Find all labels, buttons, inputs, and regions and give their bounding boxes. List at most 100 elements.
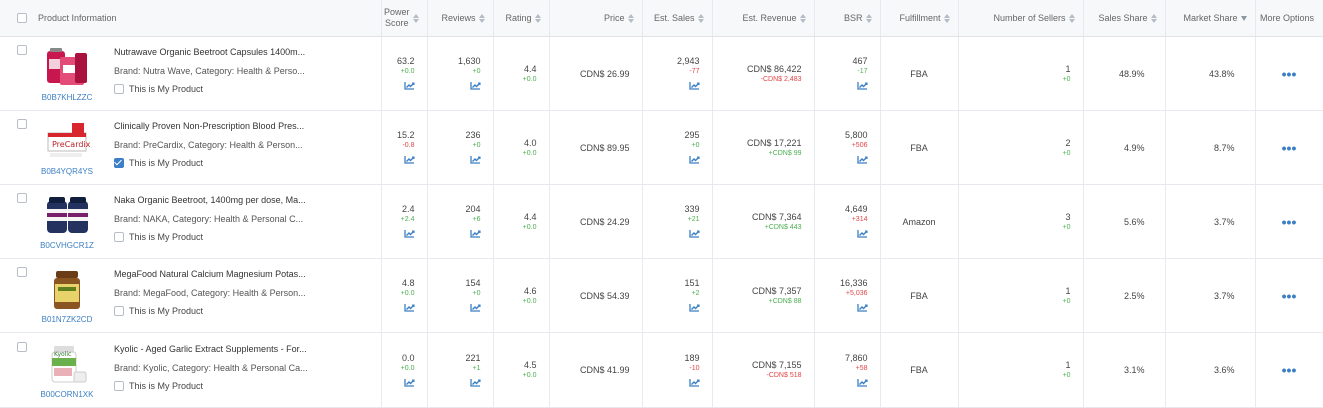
my-product-checkbox[interactable] — [114, 232, 124, 242]
product-title[interactable]: Clinically Proven Non-Prescription Blood… — [114, 121, 334, 131]
col-power-score[interactable]: Power Score — [381, 0, 428, 37]
est-sales-cell: 295 +0 — [642, 110, 713, 185]
sort-icon[interactable] — [627, 13, 634, 23]
sort-icon[interactable] — [1150, 13, 1157, 23]
table-row[interactable]: B0CVHGCR1Z Naka Organic Beetroot, 1400mg… — [0, 184, 1323, 259]
my-product-checkbox[interactable] — [114, 380, 124, 391]
more-options-button[interactable]: ••• — [1255, 110, 1323, 185]
trend-chart-icon[interactable] — [688, 81, 700, 92]
row-select-checkbox[interactable] — [17, 341, 27, 352]
product-title[interactable]: Kyolic - Aged Garlic Extract Supplements… — [114, 344, 334, 354]
more-options-button[interactable]: ••• — [1255, 332, 1323, 408]
col-market-share-label: Market Share — [1183, 12, 1238, 23]
my-product-label: This is My Product — [129, 84, 204, 94]
more-options-button[interactable]: ••• — [1255, 184, 1323, 259]
sort-icon[interactable] — [534, 13, 541, 23]
col-rating-label: Rating — [505, 12, 532, 23]
col-est-revenue[interactable]: Est. Revenue — [712, 0, 815, 37]
trend-chart-icon[interactable] — [469, 81, 481, 92]
trend-chart-icon[interactable] — [469, 303, 481, 314]
col-reviews[interactable]: Reviews — [427, 0, 494, 37]
col-bsr[interactable]: BSR — [814, 0, 881, 37]
product-thumbnail[interactable]: Kyolic — [44, 342, 90, 386]
select-all-checkbox[interactable] — [17, 13, 27, 23]
row-select-checkbox[interactable] — [17, 193, 27, 203]
trend-chart-icon[interactable] — [856, 81, 868, 92]
product-thumbnail[interactable] — [44, 267, 90, 311]
reviews-value: 1,630 — [457, 56, 481, 66]
trend-chart-icon[interactable] — [856, 378, 868, 389]
trend-chart-icon[interactable] — [469, 155, 481, 166]
col-market-share[interactable]: Market Share — [1165, 0, 1256, 37]
row-select-checkbox[interactable] — [17, 45, 27, 55]
trend-chart-icon[interactable] — [403, 378, 415, 389]
bsr-value: 467 — [852, 56, 868, 66]
sellers-delta: +0 — [1062, 297, 1071, 305]
sort-descending-icon[interactable] — [1238, 15, 1247, 21]
col-price[interactable]: Price — [549, 0, 643, 37]
more-options-button[interactable]: ••• — [1255, 258, 1323, 333]
my-product-checkbox[interactable] — [114, 158, 124, 168]
table-row[interactable]: B0B7KHLZZC Nutrawave Organic Beetroot Ca… — [0, 36, 1323, 111]
trend-chart-icon[interactable] — [856, 303, 868, 314]
row-select-checkbox[interactable] — [17, 267, 27, 277]
product-asin-link[interactable]: B0CVHGCR1Z — [30, 241, 104, 250]
product-thumbnail[interactable] — [44, 193, 90, 237]
trend-chart-icon[interactable] — [403, 229, 415, 240]
trend-chart-icon[interactable] — [688, 378, 700, 389]
rating-delta: +0.0 — [522, 149, 537, 157]
my-product-toggle[interactable]: This is My Product — [114, 158, 203, 168]
sort-icon[interactable] — [865, 13, 872, 23]
product-asin-link[interactable]: B0B7KHLZZC — [30, 93, 104, 102]
sort-icon[interactable] — [799, 13, 806, 23]
product-thumbnail[interactable] — [44, 45, 90, 89]
sort-icon[interactable] — [697, 13, 704, 23]
product-thumbnail[interactable]: PreCardix — [44, 119, 91, 163]
sort-icon[interactable] — [1068, 13, 1075, 23]
product-asin-link[interactable]: B00CORN1XK — [30, 390, 104, 399]
table-row[interactable]: PreCardix B0B4YQR4YS Clinically Proven N… — [0, 110, 1323, 185]
sort-icon[interactable] — [412, 13, 419, 23]
trend-chart-icon[interactable] — [688, 155, 700, 166]
trend-chart-icon[interactable] — [469, 378, 481, 389]
reviews-delta: +1 — [472, 364, 481, 372]
product-title[interactable]: MegaFood Natural Calcium Magnesium Potas… — [114, 269, 334, 279]
product-asin-link[interactable]: B01N7ZK2CD — [30, 315, 104, 324]
sort-icon[interactable] — [478, 13, 485, 23]
col-product-information[interactable]: Product Information — [0, 0, 382, 37]
trend-chart-icon[interactable] — [688, 303, 700, 314]
my-product-checkbox[interactable] — [114, 84, 124, 94]
col-est-sales[interactable]: Est. Sales — [642, 0, 713, 37]
col-fulfillment[interactable]: Fulfillment — [880, 0, 959, 37]
trend-chart-icon[interactable] — [688, 229, 700, 240]
product-asin-link[interactable]: B0B4YQR4YS — [30, 167, 104, 176]
rating-cell: 4.5 +0.0 — [493, 332, 550, 408]
row-select-checkbox[interactable] — [17, 119, 27, 129]
my-product-toggle[interactable]: This is My Product — [114, 84, 203, 94]
est-sales-cell: 339 +21 — [642, 184, 713, 259]
col-number-of-sellers[interactable]: Number of Sellers — [958, 0, 1084, 37]
col-sales-share[interactable]: Sales Share — [1083, 0, 1166, 37]
product-brand-category: Brand: MegaFood, Category: Health & Pers… — [114, 288, 306, 298]
reviews-cell: 236 +0 — [427, 110, 494, 185]
product-title[interactable]: Nutrawave Organic Beetroot Capsules 1400… — [114, 47, 334, 57]
more-options-button[interactable]: ••• — [1255, 36, 1323, 111]
trend-chart-icon[interactable] — [469, 229, 481, 240]
table-row[interactable]: Kyolic B00CORN1XK Kyolic - Aged Garlic E… — [0, 332, 1323, 408]
trend-chart-icon[interactable] — [403, 155, 415, 166]
product-title[interactable]: Naka Organic Beetroot, 1400mg per dose, … — [114, 195, 334, 205]
col-rating[interactable]: Rating — [493, 0, 550, 37]
my-product-toggle[interactable]: This is My Product — [114, 232, 203, 242]
sort-icon[interactable] — [943, 13, 950, 23]
est-revenue-value: CDN$ 7,364 — [751, 211, 802, 222]
trend-chart-icon[interactable] — [403, 81, 415, 92]
trend-chart-icon[interactable] — [856, 155, 868, 166]
my-product-checkbox[interactable] — [114, 306, 124, 316]
my-product-toggle[interactable]: This is My Product — [114, 306, 203, 316]
trend-chart-icon[interactable] — [856, 229, 868, 240]
table-row[interactable]: B01N7ZK2CD MegaFood Natural Calcium Magn… — [0, 258, 1323, 333]
bsr-cell: 16,336 +5,036 — [814, 258, 881, 333]
my-product-toggle[interactable]: This is My Product — [114, 380, 203, 391]
reviews-delta: +0 — [472, 68, 481, 75]
trend-chart-icon[interactable] — [403, 303, 415, 314]
